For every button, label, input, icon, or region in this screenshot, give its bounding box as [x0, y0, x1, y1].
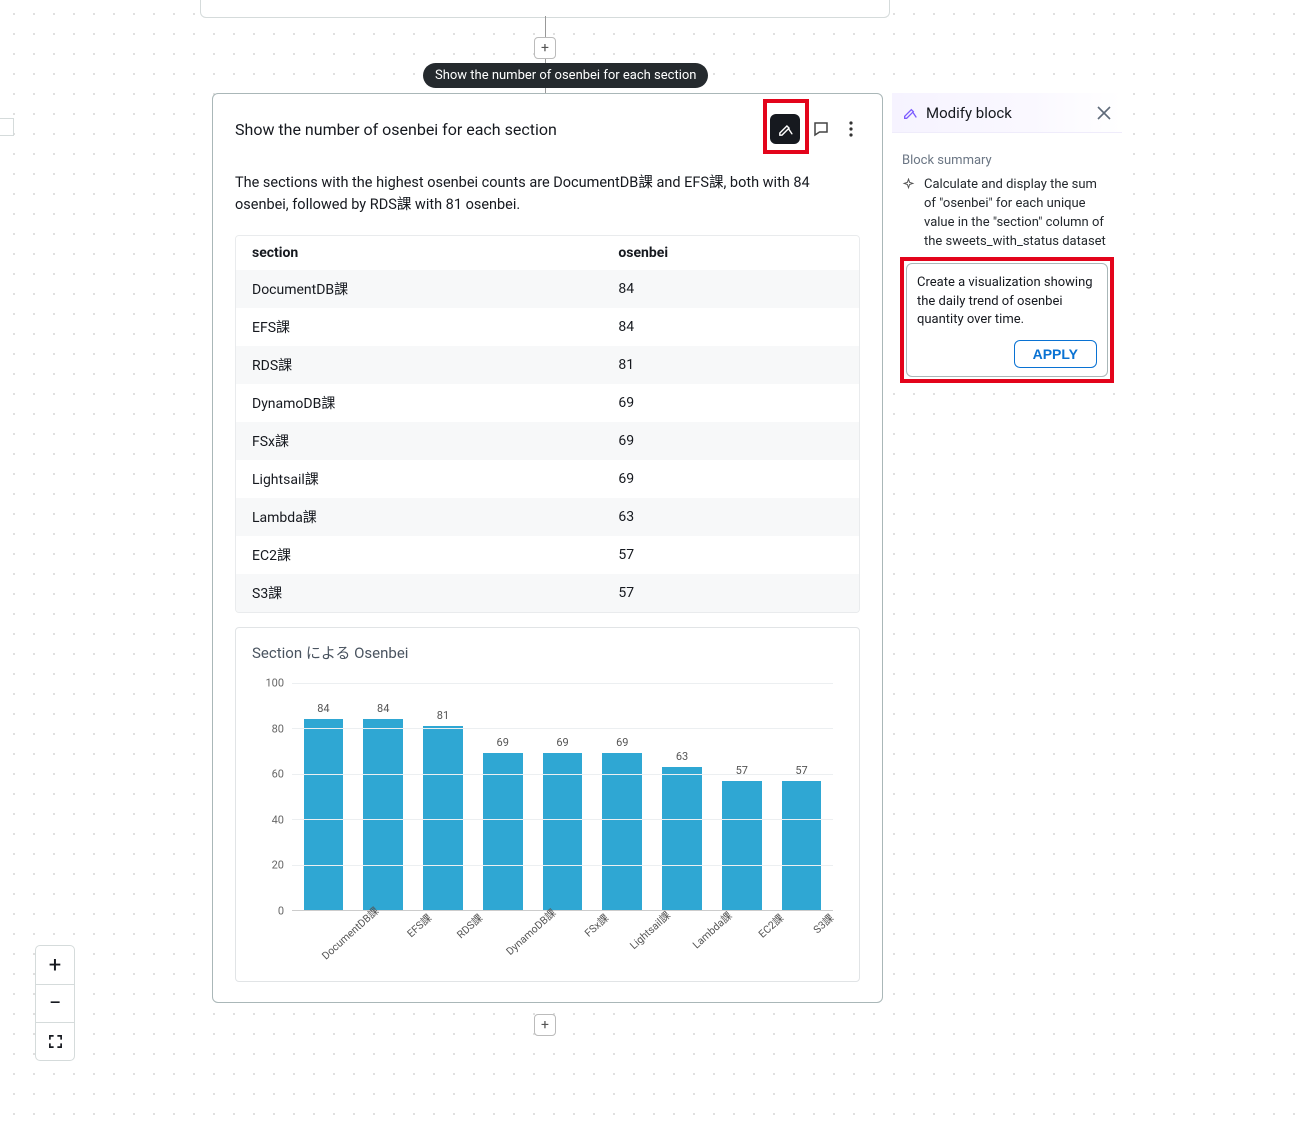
bar-slot: 84: [300, 683, 347, 910]
bar-value-label: 69: [556, 736, 568, 749]
zoom-out-button[interactable]: −: [36, 984, 74, 1022]
x-tick-label: DynamoDB課: [499, 901, 583, 984]
bar-slot: 69: [539, 683, 586, 910]
table-row: EFS課84: [236, 308, 859, 346]
sparkle-icon: [902, 176, 916, 251]
col-header-osenbei: osenbei: [618, 245, 843, 261]
chart-plot-area: 848481696969635757: [292, 683, 833, 911]
y-axis: 0 20 40 60 80 100: [252, 671, 292, 971]
comment-icon[interactable]: [812, 117, 830, 141]
chart-bar[interactable]: 69: [543, 753, 583, 910]
table-row: Lightsail課69: [236, 460, 859, 498]
x-tick-label: DocumentDB課: [315, 899, 406, 989]
zoom-controls: + −: [35, 945, 75, 1061]
y-tick-label: 0: [278, 905, 284, 918]
x-tick-label: Lightsail課: [623, 904, 698, 979]
table-row: S3課57: [236, 574, 859, 612]
chart-bar[interactable]: 84: [363, 719, 403, 910]
apply-button[interactable]: APPLY: [1014, 340, 1097, 368]
x-tick-label: RDS課: [444, 906, 509, 973]
block-summary-label: Block summary: [902, 153, 1112, 168]
x-tick-label: S3課: [796, 906, 861, 973]
bar-value-label: 84: [377, 702, 389, 715]
chart-card: Section による Osenbei 020406080100 8484816…: [235, 627, 860, 982]
panel-title: Modify block: [926, 104, 1088, 122]
panel-header: Modify block: [892, 93, 1122, 133]
block-title: Show the number of osenbei for each sect…: [235, 120, 770, 139]
table-header-row: section osenbei: [236, 236, 859, 270]
block-summary-content: Calculate and display the sum of "osenbe…: [924, 176, 1112, 251]
block-summary-text: The sections with the highest osenbei co…: [235, 172, 860, 217]
table-row: Lambda課63: [236, 498, 859, 536]
table-row: EC2課57: [236, 536, 859, 574]
add-block-below-button[interactable]: +: [534, 1014, 556, 1036]
zoom-in-button[interactable]: +: [36, 946, 74, 984]
chart-title: Section による Osenbei: [252, 642, 843, 663]
table-row: FSx課69: [236, 422, 859, 460]
y-tick-label: 20: [272, 859, 284, 872]
modify-block-panel: Modify block Block summary Calculate and…: [892, 93, 1122, 391]
x-tick-label: Lambda課: [686, 904, 760, 978]
x-tick-label: EC2課: [745, 906, 810, 973]
bar-slot: 69: [479, 683, 526, 910]
chart-bar[interactable]: 81: [423, 726, 463, 910]
close-panel-button[interactable]: [1096, 105, 1112, 121]
chart-bar[interactable]: 69: [483, 753, 523, 910]
edit-block-button[interactable]: [770, 114, 800, 144]
chart-bar[interactable]: 69: [602, 753, 642, 910]
fullscreen-button[interactable]: [36, 1022, 74, 1060]
y-tick-label: 100: [265, 676, 284, 689]
y-tick-label: 80: [272, 722, 284, 735]
bar-value-label: 84: [317, 702, 329, 715]
y-tick-label: 60: [272, 768, 284, 781]
x-axis-labels: DocumentDB課EFS課RDS課DynamoDB課FSx課Lightsai…: [292, 915, 833, 971]
table-row: DocumentDB課84: [236, 270, 859, 308]
bar-slot: 57: [718, 683, 765, 910]
modify-input-text[interactable]: Create a visualization showing the daily…: [917, 274, 1097, 330]
add-block-above-button[interactable]: +: [534, 37, 556, 59]
data-table: section osenbei DocumentDB課84 EFS課84 RDS…: [235, 235, 860, 613]
pencil-icon: [902, 105, 918, 121]
col-header-section: section: [252, 245, 618, 261]
analysis-block[interactable]: Show the number of osenbei for each sect…: [212, 93, 883, 1003]
bar-value-label: 81: [437, 709, 449, 722]
block-tooltip: Show the number of osenbei for each sect…: [423, 63, 708, 88]
bar-slot: 63: [659, 683, 706, 910]
bar-slot: 57: [778, 683, 825, 910]
bar-value-label: 69: [497, 736, 509, 749]
bar-slot: 84: [360, 683, 407, 910]
bar-value-label: 63: [676, 750, 688, 763]
table-row: RDS課81: [236, 346, 859, 384]
bar-slot: 81: [420, 683, 467, 910]
bar-value-label: 69: [616, 736, 628, 749]
side-block-edge: [0, 118, 14, 136]
modify-input-box[interactable]: Create a visualization showing the daily…: [906, 263, 1108, 377]
chart-bar[interactable]: 63: [662, 767, 702, 910]
y-tick-label: 40: [272, 813, 284, 826]
table-row: DynamoDB課69: [236, 384, 859, 422]
chart-bar[interactable]: 57: [782, 781, 822, 910]
more-menu-icon[interactable]: [842, 117, 860, 141]
bar-slot: 69: [599, 683, 646, 910]
chart-bar[interactable]: 57: [722, 781, 762, 910]
chart-bar[interactable]: 84: [304, 719, 344, 910]
x-tick-label: EFS課: [394, 906, 459, 973]
